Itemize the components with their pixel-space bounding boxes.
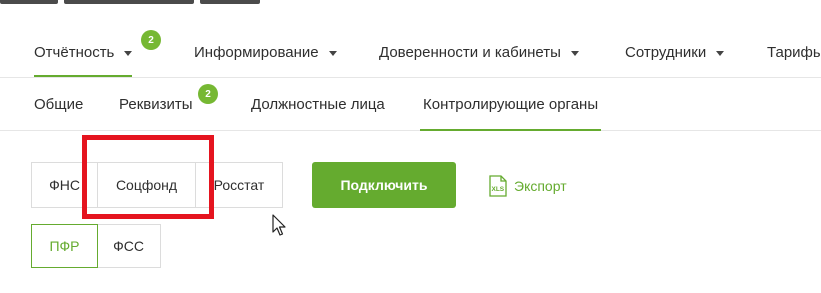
connect-button[interactable]: Подключить bbox=[312, 162, 456, 208]
nav-item-label: Сотрудники bbox=[625, 43, 707, 61]
nav-item-reporting[interactable]: Отчётность bbox=[34, 28, 133, 77]
tab-regulatory-bodies[interactable]: Контролирующие органы bbox=[419, 78, 602, 131]
nav-item-informing[interactable]: Информирование bbox=[194, 28, 337, 76]
page: Отчётность 2 Информирование Доверенности… bbox=[0, 0, 821, 293]
notification-badge: 2 bbox=[198, 84, 218, 104]
nav-item-label: Доверенности и кабинеты bbox=[379, 43, 561, 61]
page-title-partial bbox=[0, 0, 821, 6]
xls-file-icon: XLS bbox=[489, 175, 507, 197]
sub-nav: Общие Реквизиты 2 Должностные лица Контр… bbox=[0, 78, 821, 131]
tab-requisites[interactable]: Реквизиты bbox=[119, 78, 193, 130]
nav-item-powers-of-attorney[interactable]: Доверенности и кабинеты bbox=[379, 28, 579, 76]
agency-pfr-button[interactable]: ПФР bbox=[31, 224, 98, 268]
chevron-down-icon bbox=[716, 50, 725, 56]
export-label: Экспорт bbox=[514, 178, 567, 194]
nav-item-label: Информирование bbox=[194, 43, 319, 61]
agency-socfond-button[interactable]: Соцфонд bbox=[97, 162, 196, 208]
notification-badge: 2 bbox=[141, 30, 161, 50]
tab-officials[interactable]: Должностные лица bbox=[251, 78, 385, 130]
chevron-down-icon bbox=[328, 50, 337, 56]
tab-label: Реквизиты bbox=[119, 95, 193, 113]
tab-label: Общие bbox=[34, 95, 84, 113]
tab-label: Должностные лица bbox=[251, 95, 385, 113]
chevron-down-icon bbox=[570, 50, 579, 56]
agency-rosstat-button[interactable]: Росстат bbox=[195, 162, 283, 208]
nav-item-label: Тарифы bbox=[767, 43, 821, 61]
agency-fns-button[interactable]: ФНС bbox=[31, 162, 98, 208]
tab-general[interactable]: Общие bbox=[34, 78, 83, 130]
main-nav: Отчётность 2 Информирование Доверенности… bbox=[0, 28, 821, 78]
tab-label: Контролирующие органы bbox=[423, 95, 599, 113]
nav-item-tariffs[interactable]: Тарифы bbox=[767, 28, 821, 76]
agency-fss-button[interactable]: ФСС bbox=[96, 224, 161, 268]
mouse-cursor-icon bbox=[272, 214, 286, 236]
svg-text:XLS: XLS bbox=[492, 186, 505, 193]
chevron-down-icon bbox=[124, 50, 133, 56]
export-link[interactable]: XLS Экспорт bbox=[489, 174, 567, 198]
nav-item-label: Отчётность bbox=[34, 43, 115, 61]
nav-item-employees[interactable]: Сотрудники bbox=[625, 28, 725, 76]
